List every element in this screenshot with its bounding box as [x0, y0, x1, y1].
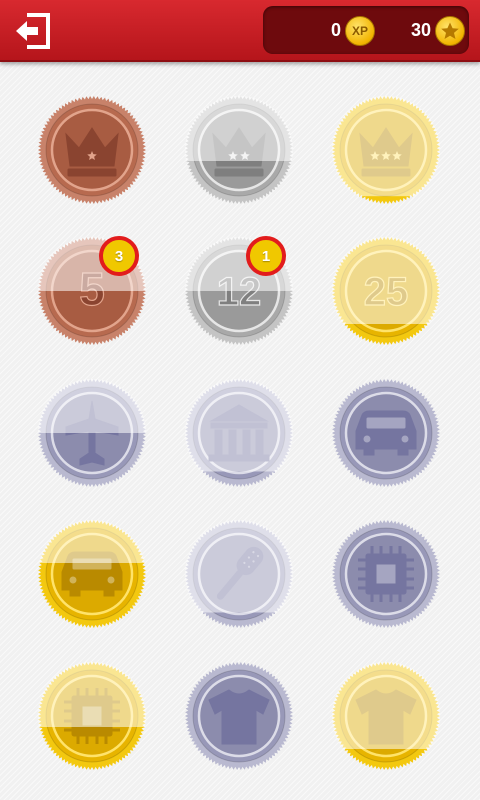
count-badge-levels-5: 3 [99, 236, 139, 276]
crown-medal-icon [332, 96, 440, 204]
medal-crown-one-star[interactable] [37, 95, 147, 205]
medal-hairbrush[interactable] [184, 519, 294, 629]
car-medal-icon [38, 520, 146, 628]
medal-shirt-silver[interactable] [184, 661, 294, 771]
medal-car-silver[interactable] [331, 378, 441, 488]
exit-button[interactable] [14, 12, 54, 50]
stars-value: 30 [410, 20, 431, 40]
bank-medal-icon [185, 379, 293, 487]
medal-bank[interactable] [184, 378, 294, 488]
medal-travel-plane[interactable] [37, 378, 147, 488]
medal-levels-25[interactable]: 25 [331, 236, 441, 346]
star-icon [435, 16, 465, 46]
chip-medal-icon [38, 662, 146, 770]
shirt-medal-icon [185, 662, 293, 770]
medal-chip-gold[interactable] [37, 661, 147, 771]
medal-crown-three-stars[interactable] [331, 95, 441, 205]
crown-medal-icon [185, 96, 293, 204]
chip-medal-icon [332, 520, 440, 628]
top-bar: 0 XP 30 [0, 0, 480, 62]
crown-medal-icon [38, 96, 146, 204]
stats-panel: 0 XP 30 [263, 6, 469, 54]
medal-chip-silver[interactable] [331, 519, 441, 629]
exit-arrow-icon [16, 13, 50, 49]
shirt-medal-icon [332, 662, 440, 770]
car-medal-icon [332, 379, 440, 487]
number-25-medal-icon: 25 [332, 237, 440, 345]
airplane-medal-icon [38, 379, 146, 487]
medal-grid: 5312125 [0, 62, 480, 800]
hairbrush-medal-icon [185, 520, 293, 628]
medal-crown-two-stars[interactable] [184, 95, 294, 205]
count-badge-levels-12: 1 [246, 236, 286, 276]
xp-icon: XP [345, 16, 375, 46]
medal-car-gold[interactable] [37, 519, 147, 629]
xp-value: 0 [330, 20, 341, 40]
medal-shirt-gold[interactable] [331, 661, 441, 771]
